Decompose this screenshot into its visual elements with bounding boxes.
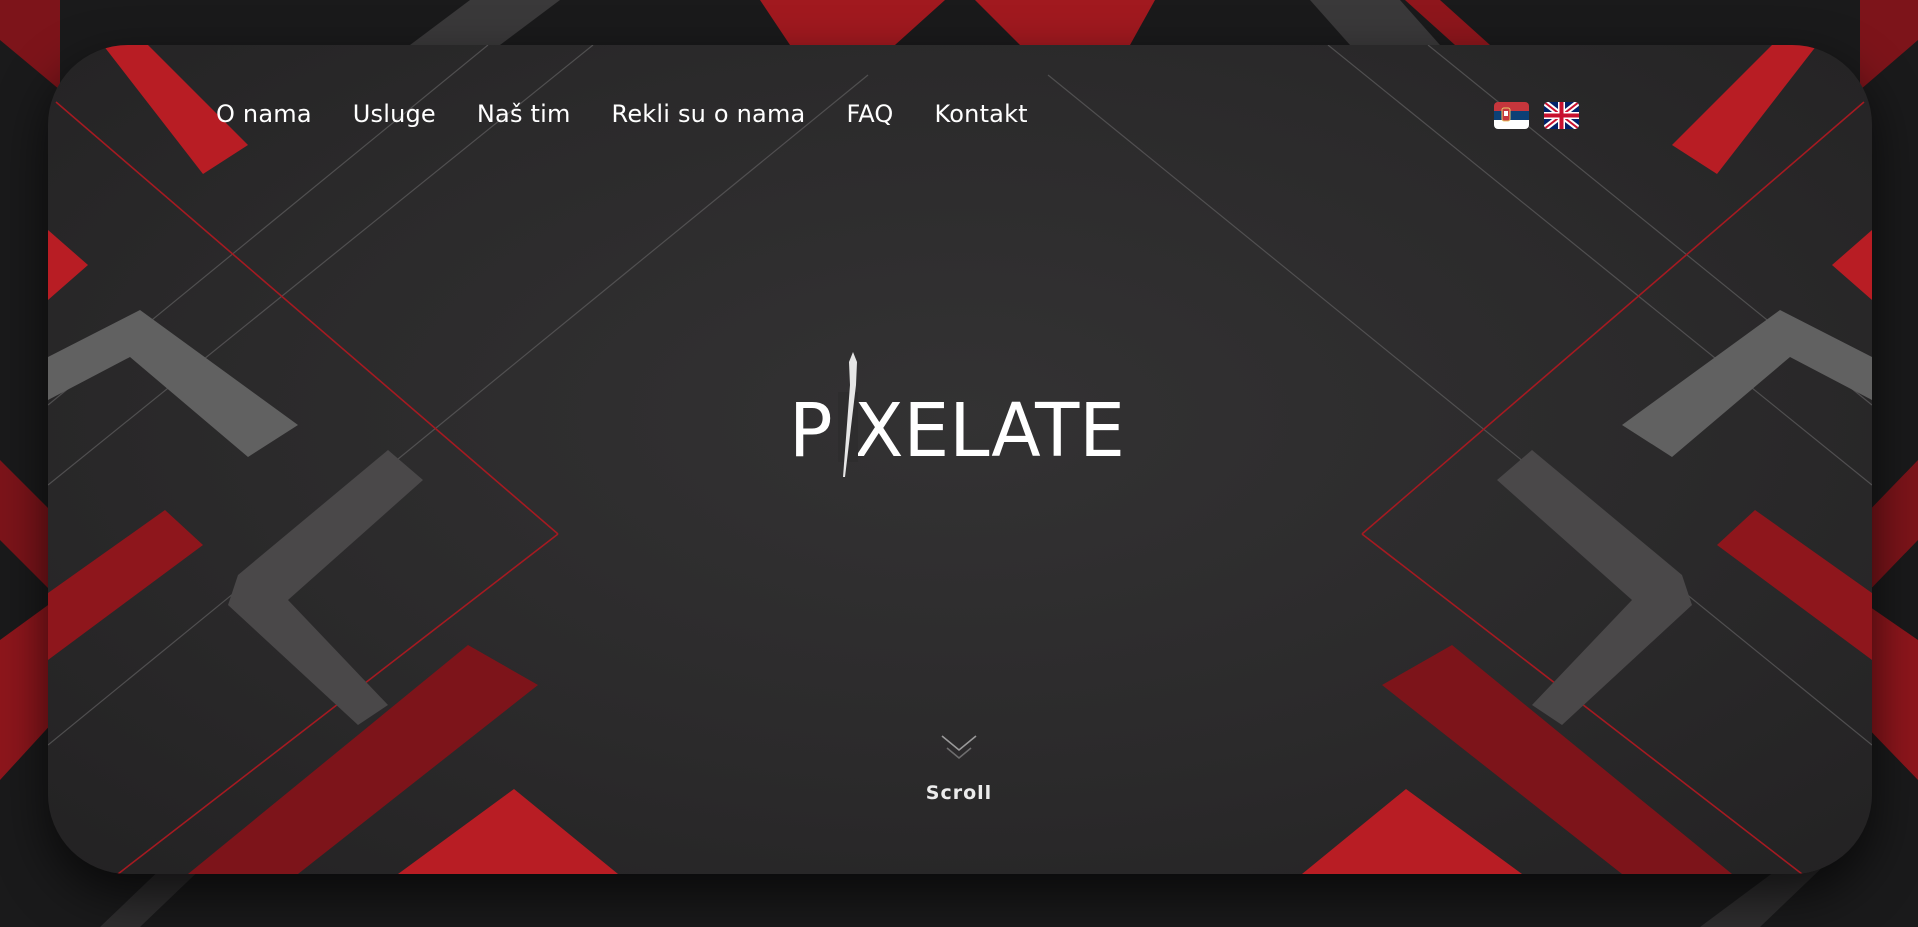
pixelate-logo: PIXELATE	[787, 350, 1127, 485]
uk-flag-icon[interactable]	[1544, 102, 1579, 129]
nav-item-nas-tim[interactable]: Naš tim	[477, 100, 571, 128]
main-nav: O nama Usluge Naš tim Rekli su o nama FA…	[216, 100, 1028, 128]
nav-item-usluge[interactable]: Usluge	[353, 100, 436, 128]
nav-item-rekli-su-o-nama[interactable]: Rekli su o nama	[612, 100, 806, 128]
chevron-down-icon	[941, 735, 977, 760]
scroll-button[interactable]: Scroll	[899, 730, 1019, 830]
scroll-label: Scroll	[925, 782, 993, 804]
nav-item-kontakt[interactable]: Kontakt	[935, 100, 1028, 128]
nav-item-faq[interactable]: FAQ	[846, 100, 893, 128]
serbia-flag-icon[interactable]	[1494, 102, 1529, 129]
nav-item-o-nama[interactable]: O nama	[216, 100, 312, 128]
language-switcher	[1494, 102, 1579, 129]
